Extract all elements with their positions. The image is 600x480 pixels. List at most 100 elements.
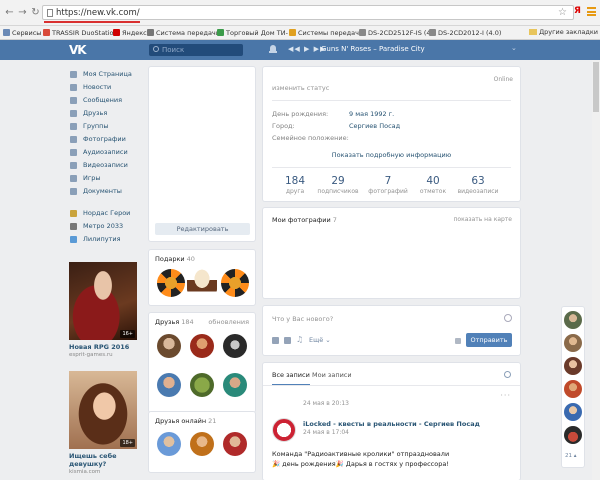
menu-app-item[interactable]: Нордас Герои — [69, 207, 149, 220]
friends-title[interactable]: Друзья 184 — [155, 318, 194, 326]
avatar[interactable] — [564, 380, 582, 398]
menu-item-news[interactable]: Новости — [69, 81, 149, 94]
counter-photos[interactable]: 7 фотографий — [363, 175, 413, 195]
online-count[interactable]: 21 ▴ — [565, 453, 577, 459]
avatar — [157, 334, 181, 358]
avatar[interactable] — [564, 426, 582, 444]
menu-item-games[interactable]: Игры — [69, 172, 149, 185]
address-bar[interactable]: https://new.vk.com/ — [42, 5, 574, 20]
avatar[interactable] — [564, 334, 582, 352]
other-bookmarks[interactable]: Другие закладки — [529, 28, 598, 36]
show-on-map-link[interactable]: показать на карте — [453, 216, 512, 223]
avatar — [223, 432, 247, 456]
post-input[interactable]: Что у Вас нового? — [272, 315, 333, 323]
bookmark-item[interactable]: DS-2CD2012-I (4.0) — [429, 28, 501, 38]
music-icon[interactable]: ♫ — [296, 335, 303, 344]
friend-item[interactable] — [223, 373, 247, 397]
change-status-link[interactable]: изменить статус — [272, 84, 329, 92]
gifts-block[interactable]: Подарки 40 — [149, 250, 255, 305]
divider — [272, 167, 511, 168]
avatar[interactable] — [564, 311, 582, 329]
scrollbar-thumb[interactable] — [593, 62, 599, 112]
bookmark-item[interactable]: Системы передачи — [289, 28, 363, 38]
friend-item[interactable] — [190, 334, 214, 358]
menu-app-item[interactable]: Метро 2033 — [69, 220, 149, 233]
gift-ribbon[interactable] — [221, 269, 249, 297]
ad-image[interactable]: 18+ — [69, 371, 137, 449]
gifts-title[interactable]: Подарки 40 — [155, 255, 195, 263]
more-options-icon[interactable]: ··· — [500, 391, 511, 400]
wall-feed: Все записи Мои записи 24 мая в 20:13 ···… — [263, 363, 520, 480]
bookmark-item[interactable]: TRASSIR DuoStation — [43, 28, 118, 38]
forward-icon[interactable]: → — [17, 7, 28, 18]
avatar[interactable] — [272, 418, 296, 442]
browser-menu-icon[interactable] — [587, 7, 596, 16]
friend-item[interactable] — [223, 432, 247, 456]
vk-header: VK Поиск ◀◀ ▶ ▶▶ Guns N' Roses – Paradis… — [0, 40, 600, 60]
ad-block[interactable]: 16+ Новая RPG 2016 esprit-games.ru — [69, 262, 137, 358]
avatar[interactable] — [564, 357, 582, 375]
apps-icon — [3, 29, 10, 36]
ad-title[interactable]: Ищешь себе девушку? — [69, 452, 137, 468]
lock-icon[interactable] — [455, 338, 461, 344]
tab-my-posts[interactable]: Мои записи — [312, 371, 352, 379]
menu-item-audio[interactable]: Аудиозаписи — [69, 146, 149, 159]
tab-all-posts[interactable]: Все записи — [272, 371, 310, 386]
vk-logo[interactable]: VK — [69, 43, 87, 57]
search-icon[interactable] — [504, 371, 511, 378]
send-button[interactable]: Отправить — [466, 333, 512, 347]
post-date[interactable]: 24 мая в 17:04 — [303, 429, 349, 436]
show-more-info-link[interactable]: Показать подробную информацию — [263, 151, 520, 159]
post-date[interactable]: 24 мая в 20:13 — [303, 400, 349, 407]
bookmark-star-icon[interactable]: ☆ — [558, 7, 567, 18]
friends-updates-link[interactable]: обновления — [208, 318, 249, 326]
bookmark-item[interactable]: Система передачи — [147, 28, 220, 38]
menu-item-my-page[interactable]: Моя Страница — [69, 68, 149, 81]
post-author[interactable]: iLocked - квесты в реальности - Сергиев … — [303, 420, 480, 428]
counter-followers[interactable]: 29 подписчиков — [313, 175, 363, 195]
counter-tags[interactable]: 40 отметок — [408, 175, 458, 195]
friend-item[interactable] — [190, 432, 214, 456]
bookmark-item[interactable]: Яндекс — [113, 28, 147, 38]
menu-item-documents[interactable]: Документы — [69, 185, 149, 198]
video-icon[interactable] — [284, 337, 291, 344]
ad-image[interactable]: 16+ — [69, 262, 137, 340]
friend-item[interactable] — [223, 334, 247, 358]
menu-app-item[interactable]: Лилипутия — [69, 233, 149, 246]
friends-online-title[interactable]: Друзья онлайн 21 — [155, 417, 216, 425]
search-input[interactable]: Поиск — [149, 44, 243, 56]
site-icon — [289, 29, 296, 36]
camera-icon[interactable] — [272, 337, 279, 344]
friend-item[interactable] — [157, 373, 181, 397]
more-attachments-button[interactable]: Ещё ⌄ — [309, 336, 331, 344]
friend-item[interactable] — [190, 373, 214, 397]
counter-videos[interactable]: 63 видеозаписи — [453, 175, 503, 195]
bookmark-item[interactable]: Сервисы — [3, 28, 41, 38]
photos-title[interactable]: Мои фотографии 7 — [272, 216, 337, 224]
edit-profile-button[interactable]: Редактировать — [155, 223, 250, 235]
friend-item[interactable] — [157, 432, 181, 456]
menu-item-messages[interactable]: Сообщения — [69, 94, 149, 107]
site-icon — [147, 29, 154, 36]
reload-icon[interactable]: ↻ — [30, 7, 41, 18]
menu-item-friends[interactable]: Друзья — [69, 107, 149, 120]
info-row: День рождения: 9 мая 1992 г. — [272, 110, 395, 118]
menu-item-video[interactable]: Видеозаписи — [69, 159, 149, 172]
menu-item-groups[interactable]: Группы — [69, 120, 149, 133]
ad-block[interactable]: 18+ Ищешь себе девушку? kismia.com — [69, 371, 137, 475]
gift-ribbon[interactable] — [157, 269, 185, 297]
gift-cake[interactable] — [187, 269, 217, 297]
bookmark-item[interactable]: DS-2CD2512F-IS (4 — [359, 28, 431, 38]
notifications-bell-icon[interactable] — [269, 44, 277, 54]
back-icon[interactable]: ← — [4, 7, 15, 18]
scrollbar[interactable] — [592, 60, 600, 480]
ad-title[interactable]: Новая RPG 2016 — [69, 343, 137, 351]
current-track[interactable]: Guns N' Roses – Paradise City — [321, 45, 425, 53]
chevron-down-icon[interactable]: ⌄ — [511, 44, 517, 52]
friend-item[interactable] — [157, 334, 181, 358]
emoji-icon[interactable] — [504, 314, 512, 322]
menu-item-photos[interactable]: Фотографии — [69, 133, 149, 146]
yandex-icon[interactable]: Я — [574, 6, 581, 16]
avatar[interactable] — [564, 403, 582, 421]
bookmark-item[interactable]: Торговый Дом ТИ- — [217, 28, 288, 38]
